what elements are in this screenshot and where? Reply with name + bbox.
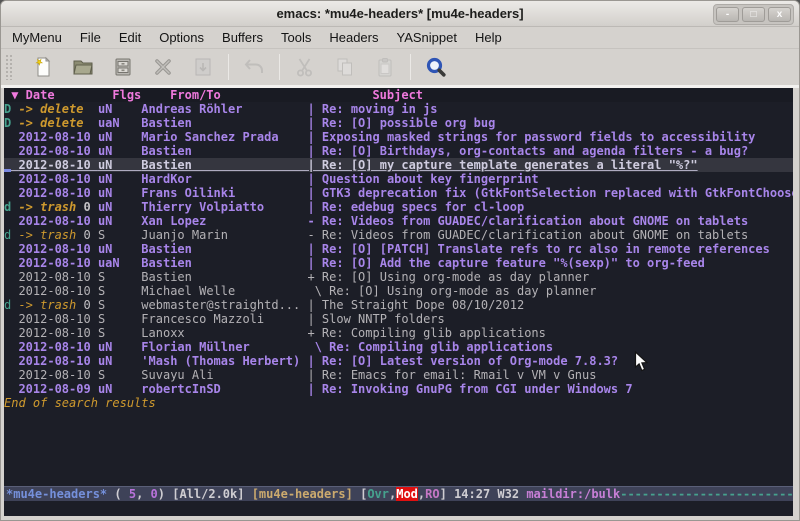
mode-line: *mu4e-headers* ( 5, 0) [All/2.0k] [mu4e-…	[4, 486, 793, 501]
modeline-segment: ,	[136, 487, 150, 501]
message-row[interactable]: D -> delete uN Andreas Röhler | Re: movi…	[4, 102, 793, 116]
copy-icon	[330, 52, 360, 82]
modeline-segment: ]	[440, 487, 454, 501]
menu-edit[interactable]: Edit	[110, 28, 150, 47]
dired-icon[interactable]	[108, 52, 138, 82]
undo-icon	[239, 52, 269, 82]
message-row[interactable]: 2012-08-10 S Bastien + Re: [O] Using org…	[4, 270, 793, 284]
window-title: emacs: *mu4e-headers* [mu4e-headers]	[276, 6, 523, 21]
window-controls: -□x	[713, 4, 794, 25]
toolbar-separator	[228, 54, 229, 80]
modeline-segment: [mu4e-headers]	[252, 487, 353, 501]
save-icon	[188, 52, 218, 82]
column-headers[interactable]: ▼ Date Flgs From/To Subject	[4, 88, 793, 102]
modeline-segment: )	[158, 487, 172, 501]
menu-options[interactable]: Options	[150, 28, 213, 47]
message-row[interactable]: 2012-08-10 S Suvayu Ali | Re: Emacs for …	[4, 368, 793, 382]
end-of-search-results: End of search results	[4, 396, 793, 410]
maximize-button[interactable]: □	[742, 7, 765, 22]
message-row[interactable]: d -> trash 0 S Juanjo Marin - Re: Videos…	[4, 228, 793, 242]
message-row[interactable]: D -> delete uaN Bastien | Re: [O] possib…	[4, 116, 793, 130]
message-row[interactable]: 2012-08-10 uN HardKor | Question about k…	[4, 172, 793, 186]
modeline-segment: Mod	[396, 487, 418, 501]
message-row[interactable]: 2012-08-10 uN Florian Müllner \ Re: Comp…	[4, 340, 793, 354]
menu-file[interactable]: File	[71, 28, 110, 47]
message-row[interactable]: 2012-08-10 uN Frans Oilinki | GTK3 depre…	[4, 186, 793, 200]
message-rows: D -> delete uN Andreas Röhler | Re: movi…	[4, 102, 793, 396]
message-row[interactable]: 2012-08-10 uN Bastien | Re: [O] [PATCH] …	[4, 242, 793, 256]
mu4e-headers-buffer: ▼ Date Flgs From/To Subject D -> delete …	[4, 88, 793, 516]
message-row[interactable]: d -> trash 0 uN Thierry Volpiatto | Re: …	[4, 200, 793, 214]
message-row[interactable]: 2012-08-10 uaN Bastien | Re: [O] Add the…	[4, 256, 793, 270]
modeline-segment: *mu4e-headers*	[6, 487, 107, 501]
menu-bar: MyMenuFileEditOptionsBuffersToolsHeaders…	[1, 27, 799, 49]
minimize-button[interactable]: -	[716, 7, 739, 22]
toolbar-separator	[279, 54, 280, 80]
toolbar-separator	[410, 54, 411, 80]
menu-mymenu[interactable]: MyMenu	[3, 28, 71, 47]
emacs-window: emacs: *mu4e-headers* [mu4e-headers] -□x…	[0, 0, 800, 521]
menu-yasnippet[interactable]: YASnippet	[387, 28, 465, 47]
message-row[interactable]: 2012-08-10 S Francesco Mazzoli | Slow NN…	[4, 312, 793, 326]
open-file-icon[interactable]	[68, 52, 98, 82]
message-row[interactable]: d -> trash 0 S webmaster@straightd... | …	[4, 298, 793, 312]
toolbar	[1, 49, 799, 85]
modeline-segment: ----------------------------------	[620, 487, 793, 501]
message-row[interactable]: 2012-08-10 S Lanoxx + Re: Compiling glib…	[4, 326, 793, 340]
modeline-segment: 0	[151, 487, 158, 501]
modeline-segment: Ovr	[367, 487, 389, 501]
message-row[interactable]: 2012-08-09 uN robertcInSD | Re: Invoking…	[4, 382, 793, 396]
modeline-segment: [	[353, 487, 367, 501]
search-icon[interactable]	[421, 52, 451, 82]
new-file-icon[interactable]	[28, 52, 58, 82]
menu-buffers[interactable]: Buffers	[213, 28, 272, 47]
titlebar: emacs: *mu4e-headers* [mu4e-headers] -□x	[1, 1, 799, 27]
message-row[interactable]: 2012-08-10 uN 'Mash (Thomas Herbert) | R…	[4, 354, 793, 368]
message-row[interactable]: 2012-08-10 uN Bastien | Re: [O] my captu…	[4, 158, 793, 172]
message-row[interactable]: 2012-08-10 uN Mario Sanchez Prada | Expo…	[4, 130, 793, 144]
modeline-segment: maildir:/bulk	[526, 487, 620, 501]
cut-icon	[290, 52, 320, 82]
menu-tools[interactable]: Tools	[272, 28, 320, 47]
modeline-segment: RO	[425, 487, 439, 501]
message-row[interactable]: 2012-08-10 uN Xan Lopez - Re: Videos fro…	[4, 214, 793, 228]
menu-headers[interactable]: Headers	[320, 28, 387, 47]
menu-help[interactable]: Help	[466, 28, 511, 47]
modeline-segment: 5	[129, 487, 136, 501]
close-buffer-icon[interactable]	[148, 52, 178, 82]
close-button[interactable]: x	[768, 7, 791, 22]
modeline-segment: [All/2.0k]	[172, 487, 251, 501]
message-row[interactable]: 2012-08-10 uN Bastien | Re: [O] Birthday…	[4, 144, 793, 158]
mouse-cursor-icon	[634, 351, 651, 373]
modeline-segment: 14:27 W32	[454, 487, 526, 501]
paste-icon	[370, 52, 400, 82]
echo-area[interactable]	[4, 501, 793, 516]
headers-list: ▼ Date Flgs From/To Subject D -> delete …	[4, 88, 793, 486]
message-row[interactable]: 2012-08-10 S Michael Welle \ Re: [O] Usi…	[4, 284, 793, 298]
modeline-segment: (	[107, 487, 129, 501]
toolbar-grip-handle[interactable]	[5, 54, 14, 80]
